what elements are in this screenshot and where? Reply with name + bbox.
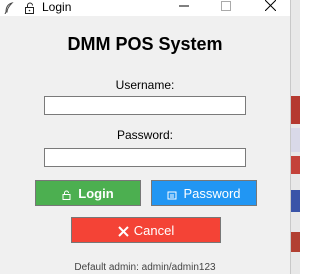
login-window: Login DMM POS System Username: Password: (0, 0, 291, 274)
background-chunk (291, 232, 300, 252)
cancel-button-label: Cancel (133, 222, 175, 238)
password-input[interactable] (44, 148, 246, 167)
username-label: Username: (115, 78, 175, 92)
title-bar[interactable]: Login (0, 0, 290, 16)
background-window-edge (291, 0, 300, 274)
window-title: Login (42, 0, 72, 14)
background-chunk (291, 96, 300, 124)
login-button[interactable]: Login (35, 180, 141, 206)
password-button[interactable]: Password (151, 180, 257, 206)
username-input[interactable] (44, 96, 246, 115)
minimize-button[interactable] (164, 0, 204, 14)
password-button-label: Password (183, 185, 241, 201)
background-chunk (291, 128, 300, 152)
maximize-icon (221, 0, 231, 16)
lock-icon (24, 1, 36, 14)
login-button-label: Login (78, 185, 114, 201)
minimize-icon (179, 0, 189, 16)
maximize-button[interactable] (206, 0, 246, 14)
default-credentials-hint: Default admin: admin/admin123 (74, 262, 216, 273)
cancel-button[interactable]: Cancel (71, 217, 221, 243)
app-title: DMM POS System (67, 34, 223, 54)
x-icon (118, 225, 129, 237)
lock-icon (62, 188, 72, 200)
close-icon (264, 0, 276, 16)
key-icon (167, 188, 177, 200)
background-chunk (291, 156, 300, 174)
close-button[interactable] (250, 0, 290, 14)
feather-icon (4, 1, 14, 15)
background-chunk (291, 190, 300, 212)
password-label: Password: (116, 128, 174, 142)
